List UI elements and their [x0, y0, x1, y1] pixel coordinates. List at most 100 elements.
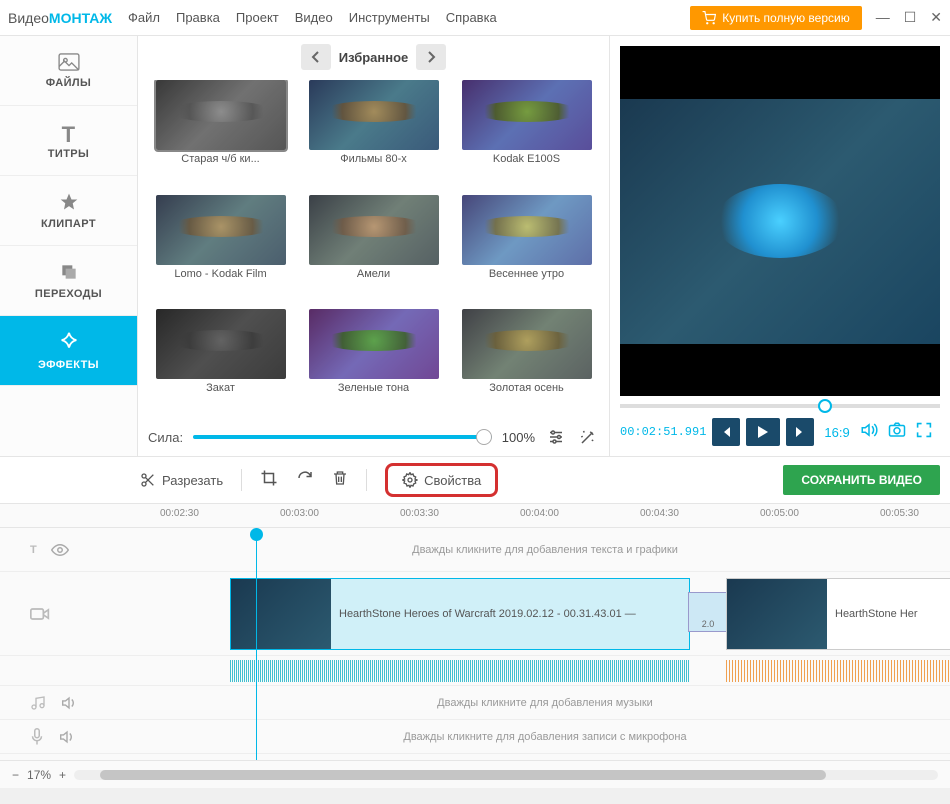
- properties-button[interactable]: Свойства: [385, 463, 498, 497]
- chevron-right-icon: [426, 51, 436, 63]
- skip-fwd-icon: [794, 426, 806, 438]
- music-icon: [30, 695, 46, 711]
- delete-button[interactable]: [332, 469, 348, 492]
- menu-help[interactable]: Справка: [446, 10, 497, 25]
- video-clip[interactable]: HearthStone Her: [726, 578, 950, 650]
- zoom-in-button[interactable]: +: [59, 768, 66, 782]
- tracks: T Дважды кликните для добавления текста …: [0, 528, 950, 760]
- effect-thumb[interactable]: Старая ч/б ки...: [148, 80, 293, 189]
- volume-icon[interactable]: [58, 730, 76, 744]
- crop-button[interactable]: [260, 469, 278, 492]
- audio-wave[interactable]: [230, 660, 690, 682]
- fullscreen-button[interactable]: [916, 422, 932, 443]
- gear-icon: [402, 472, 418, 488]
- main-area: ФАЙЛЫ T ТИТРЫ КЛИПАРТ ПЕРЕХОДЫ ЭФФЕКТЫ И…: [0, 36, 950, 456]
- timeline: 00:02:30 00:03:00 00:03:30 00:04:00 00:0…: [0, 504, 950, 788]
- transition-clip[interactable]: 2.0: [688, 592, 728, 632]
- sidebar-clipart[interactable]: КЛИПАРТ: [0, 176, 137, 246]
- effect-thumb[interactable]: Золотая осень: [454, 309, 599, 418]
- eye-icon[interactable]: [51, 543, 69, 557]
- effect-thumb[interactable]: Зеленые тона: [301, 309, 446, 418]
- effect-thumb[interactable]: Kodak E100S: [454, 80, 599, 189]
- rotate-button[interactable]: [296, 469, 314, 492]
- volume-icon[interactable]: [60, 696, 78, 710]
- strength-slider[interactable]: [193, 435, 492, 439]
- preview-seekbar-thumb[interactable]: [818, 399, 832, 413]
- aspect-ratio[interactable]: 16:9: [824, 425, 849, 440]
- scissors-icon: [140, 472, 156, 488]
- category-prev-button[interactable]: [301, 44, 331, 70]
- cart-icon: [702, 11, 716, 25]
- strength-label: Сила:: [148, 430, 183, 445]
- buy-full-version-button[interactable]: Купить полную версию: [690, 6, 861, 30]
- menubar: Файл Правка Проект Видео Инструменты Спр…: [128, 10, 497, 25]
- fullscreen-icon: [916, 422, 932, 438]
- star-icon: [59, 192, 79, 212]
- music-track[interactable]: Дважды кликните для добавления музыки: [0, 686, 950, 720]
- preview-frame: [620, 99, 940, 344]
- zoom-bar: − 17% +: [0, 760, 950, 788]
- timeline-ruler[interactable]: 00:02:30 00:03:00 00:03:30 00:04:00 00:0…: [0, 504, 950, 528]
- divider: [366, 469, 367, 491]
- play-icon: [757, 425, 769, 439]
- effects-panel: Избранное Старая ч/б ки... Фильмы 80-х K…: [138, 36, 610, 456]
- menu-file[interactable]: Файл: [128, 10, 160, 25]
- sidebar: ФАЙЛЫ T ТИТРЫ КЛИПАРТ ПЕРЕХОДЫ ЭФФЕКТЫ: [0, 36, 138, 456]
- menu-video[interactable]: Видео: [295, 10, 333, 25]
- timecode: 00:02:51.991: [620, 425, 706, 439]
- video-track[interactable]: HearthStone Heroes of Warcraft 2019.02.1…: [0, 572, 950, 656]
- category-bar: Избранное: [148, 44, 599, 70]
- rotate-icon: [296, 469, 314, 487]
- mic-track[interactable]: Дважды кликните для добавления записи с …: [0, 720, 950, 754]
- save-video-button[interactable]: СОХРАНИТЬ ВИДЕО: [783, 465, 940, 495]
- category-next-button[interactable]: [416, 44, 446, 70]
- preview-panel: 00:02:51.991 16:9: [610, 36, 950, 456]
- volume-button[interactable]: [860, 422, 878, 443]
- settings-button[interactable]: [545, 426, 567, 448]
- effect-thumb[interactable]: Амели: [301, 195, 446, 304]
- sidebar-titles[interactable]: T ТИТРЫ: [0, 106, 137, 176]
- audio-wave[interactable]: [726, 660, 950, 682]
- crop-icon: [260, 469, 278, 487]
- sidebar-transitions[interactable]: ПЕРЕХОДЫ: [0, 246, 137, 316]
- snapshot-button[interactable]: [888, 422, 906, 443]
- cut-button[interactable]: Разрезать: [140, 472, 223, 488]
- sliders-icon: [547, 428, 565, 446]
- audio-track[interactable]: [0, 656, 950, 686]
- zoom-out-button[interactable]: −: [12, 768, 19, 782]
- trash-icon: [332, 469, 348, 487]
- prev-frame-button[interactable]: [712, 418, 740, 446]
- preview-viewport[interactable]: [620, 46, 940, 396]
- effect-thumb[interactable]: Закат: [148, 309, 293, 418]
- minimize-button[interactable]: —: [876, 9, 890, 26]
- image-icon: [58, 53, 80, 71]
- divider: [241, 469, 242, 491]
- menu-tools[interactable]: Инструменты: [349, 10, 430, 25]
- strength-row: Сила: 100%: [148, 426, 599, 448]
- stack-icon: [59, 262, 79, 282]
- strength-value: 100%: [502, 430, 535, 445]
- text-track[interactable]: T Дважды кликните для добавления текста …: [0, 528, 950, 572]
- sidebar-files[interactable]: ФАЙЛЫ: [0, 36, 137, 106]
- menu-project[interactable]: Проект: [236, 10, 279, 25]
- close-button[interactable]: ✕: [930, 9, 942, 26]
- play-button[interactable]: [746, 418, 780, 446]
- horizontal-scrollbar[interactable]: [74, 770, 938, 780]
- volume-icon: [860, 422, 878, 438]
- sparkle-icon: [58, 331, 80, 353]
- camera-track-icon: [30, 606, 50, 622]
- playhead[interactable]: [256, 528, 257, 760]
- menu-edit[interactable]: Правка: [176, 10, 220, 25]
- effect-thumb[interactable]: Lomo - Kodak Film: [148, 195, 293, 304]
- effect-thumb[interactable]: Весеннее утро: [454, 195, 599, 304]
- text-track-icon: T: [30, 544, 37, 556]
- wand-button[interactable]: [577, 426, 599, 448]
- sidebar-effects[interactable]: ЭФФЕКТЫ: [0, 316, 137, 386]
- next-frame-button[interactable]: [786, 418, 814, 446]
- effect-thumb[interactable]: Фильмы 80-х: [301, 80, 446, 189]
- video-clip[interactable]: HearthStone Heroes of Warcraft 2019.02.1…: [230, 578, 690, 650]
- preview-seekbar[interactable]: [620, 404, 940, 408]
- maximize-button[interactable]: ☐: [904, 9, 917, 26]
- window-controls: — ☐ ✕: [876, 9, 942, 26]
- titlebar: ВидеоМОНТАЖ Файл Правка Проект Видео Инс…: [0, 0, 950, 36]
